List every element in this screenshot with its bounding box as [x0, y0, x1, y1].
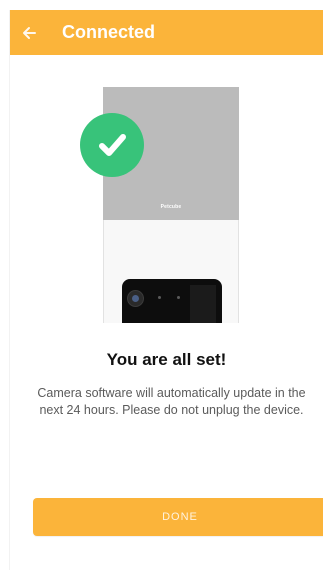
app-bar: Connected — [10, 10, 323, 55]
done-button[interactable]: DONE — [33, 498, 323, 536]
check-circle-icon — [80, 113, 144, 177]
app-title: Connected — [62, 22, 156, 42]
camera-sensor-dot — [158, 296, 161, 299]
camera-sensor-dot — [177, 296, 180, 299]
checkmark-icon — [99, 134, 126, 156]
device-brand-label: Petcube — [160, 204, 182, 210]
back-button[interactable] — [18, 22, 40, 44]
success-message: Camera software will automatically updat… — [37, 386, 306, 417]
success-title: You are all set! — [106, 350, 227, 369]
camera-lens-center — [132, 295, 139, 302]
connected-screen: Connected Petcube You are all set! Camer… — [9, 10, 323, 570]
arrow-left-icon — [23, 27, 36, 39]
camera-panel — [190, 285, 216, 323]
device-bottom — [103, 220, 239, 323]
camera-face — [122, 279, 222, 323]
camera-lens-icon — [127, 290, 144, 307]
